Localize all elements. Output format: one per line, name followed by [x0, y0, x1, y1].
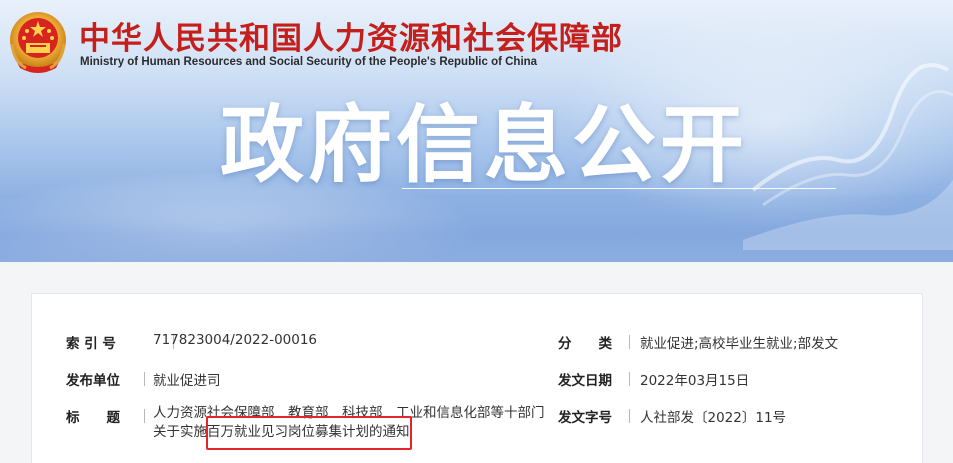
divider — [144, 372, 145, 386]
divider — [629, 372, 630, 386]
great-wall-decoration — [743, 63, 953, 250]
category-value: 就业促进;高校毕业生就业;部发文 — [640, 336, 839, 352]
title-divider — [402, 188, 836, 189]
index-number-value: 717823004/2022-00016 — [153, 332, 318, 348]
divider — [629, 409, 630, 423]
doc-number-label: 发文字号 — [558, 410, 612, 426]
divider — [629, 335, 630, 349]
issue-date-value: 2022年03月15日 — [640, 373, 750, 389]
divider — [144, 409, 145, 423]
document-info-card: 索 引 号 717823004/2022-00016 分 类 就业促进;高校毕业… — [31, 293, 923, 463]
header-banner: 中华人民共和国人力资源和社会保障部 Ministry of Human Reso… — [0, 0, 953, 262]
highlight-box — [206, 416, 412, 450]
org-name-english: Ministry of Human Resources and Social S… — [80, 56, 538, 68]
publisher-value: 就业促进司 — [153, 373, 221, 389]
page: 中华人民共和国人力资源和社会保障部 Ministry of Human Reso… — [0, 0, 953, 463]
org-name-chinese: 中华人民共和国人力资源和社会保障部 — [79, 21, 623, 57]
publisher-label: 发布单位 — [66, 373, 120, 389]
issue-date-label: 发文日期 — [558, 373, 612, 389]
index-number-label: 索 引 号 — [66, 336, 116, 352]
category-label: 分 类 — [558, 336, 612, 352]
page-title: 政府信息公开 — [220, 96, 749, 194]
title-label: 标 题 — [66, 410, 120, 426]
national-emblem-icon — [10, 12, 66, 73]
doc-number-value: 人社部发〔2022〕11号 — [640, 410, 787, 426]
